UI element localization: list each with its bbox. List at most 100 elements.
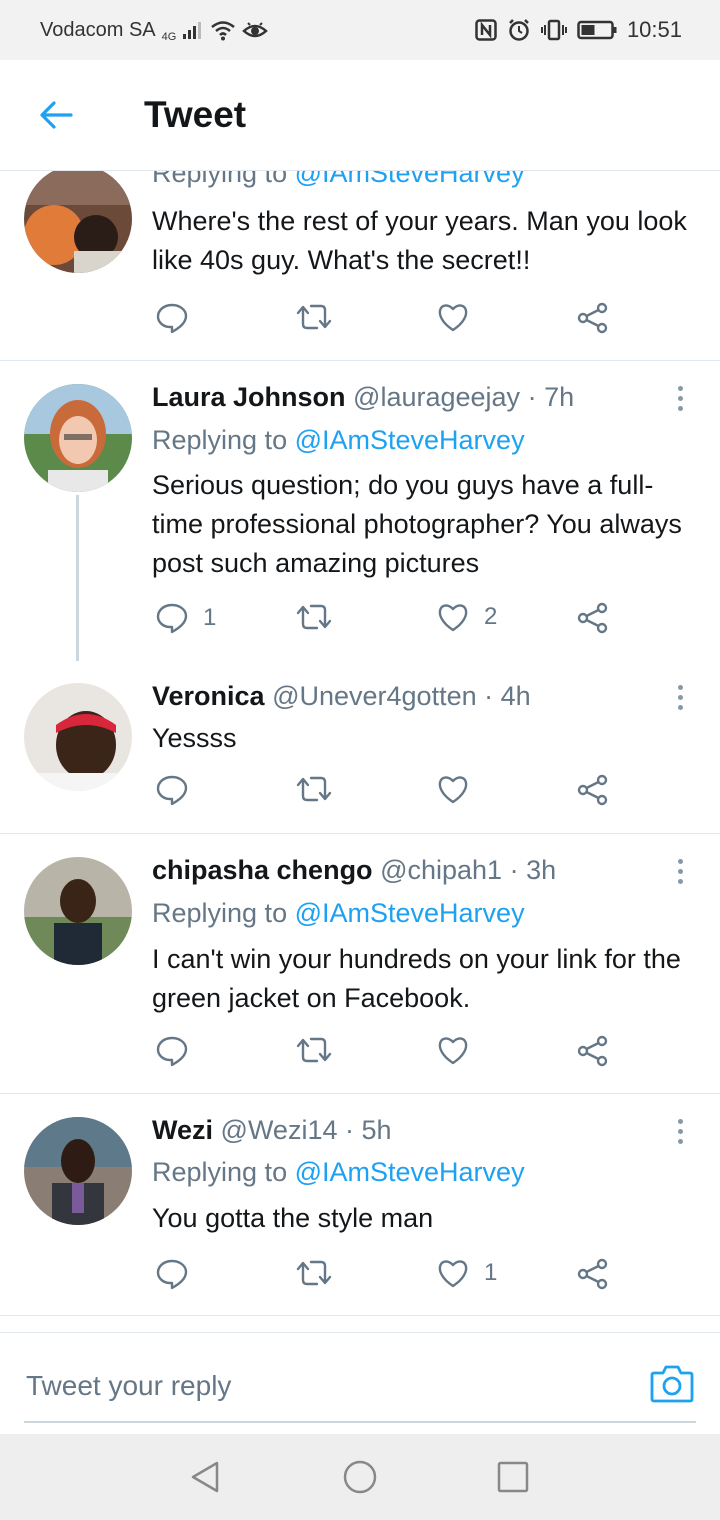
tweet-actions: 1 2 [152, 602, 622, 642]
replying-to-link[interactable]: @IAmSteveHarvey [295, 898, 525, 928]
retweet-button[interactable] [295, 302, 333, 332]
divider [0, 1315, 720, 1316]
wifi-icon [210, 19, 236, 41]
tweet-time: · 3h [509, 855, 557, 885]
tweet-time: · 5h [345, 1115, 392, 1145]
camera-button[interactable] [650, 1363, 694, 1403]
user-handle[interactable]: @Wezi14 [221, 1115, 338, 1145]
reply-icon [156, 775, 188, 806]
heart-icon [438, 776, 468, 804]
arrow-left-icon [40, 101, 73, 129]
square-recents-icon [497, 1461, 529, 1493]
share-button[interactable] [576, 302, 610, 334]
like-button[interactable] [436, 302, 470, 332]
share-button[interactable] [576, 774, 610, 806]
share-button[interactable] [576, 1035, 610, 1067]
like-button[interactable]: 1 [436, 1258, 497, 1288]
more-options-button[interactable] [670, 386, 690, 411]
carrier-name: Vodacom SA [40, 18, 156, 41]
replying-to-link[interactable]: @IAmSteveHarvey [295, 171, 525, 188]
tweet-1[interactable]: Laura Johnson @laurageejay · 7h Replying… [0, 361, 720, 661]
reply-icon [156, 603, 188, 634]
share-icon [577, 1258, 608, 1290]
replying-to-link[interactable]: @IAmSteveHarvey [295, 1157, 525, 1187]
status-bar: Vodacom SA 4G 10:51 [0, 0, 720, 60]
user-handle[interactable]: @chipah1 [380, 855, 502, 885]
app-header: Tweet [0, 60, 720, 171]
user-name[interactable]: chipasha chengo [152, 855, 373, 885]
vibrate-icon [540, 19, 567, 41]
tweet-header: Laura Johnson @laurageejay · 7h [152, 382, 574, 413]
heart-icon [438, 304, 468, 332]
share-icon [577, 1035, 608, 1067]
user-name[interactable]: Laura Johnson [152, 382, 346, 412]
user-handle[interactable]: @Unever4gotten [272, 681, 477, 711]
tweet-actions [152, 774, 622, 814]
clock: 10:51 [626, 17, 682, 42]
tweet-text: I can't win your hundreds on your link f… [152, 944, 681, 1013]
avatar[interactable] [24, 857, 132, 965]
nav-recents-button[interactable] [495, 1459, 531, 1495]
tweet-0[interactable]: Replying to @IAmSteveHarvey Where's the … [0, 171, 720, 360]
tweet-text: Yessss [152, 723, 237, 753]
back-button[interactable] [32, 91, 80, 139]
tweet-text: You gotta the style man [152, 1203, 434, 1233]
tweet-actions: 1 [152, 1258, 622, 1298]
alarm-icon [507, 18, 531, 42]
reply-bar [0, 1332, 720, 1433]
thread-line [76, 495, 79, 661]
tweet-2[interactable]: Veronica @Unever4gotten · 4h Yessss [0, 661, 720, 833]
tweet-actions [152, 302, 622, 342]
user-handle[interactable]: @laurageejay [353, 382, 520, 412]
like-count: 1 [484, 1259, 498, 1286]
reply-button[interactable] [155, 1258, 189, 1290]
retweet-icon [296, 304, 332, 330]
avatar[interactable] [24, 171, 132, 273]
avatar[interactable] [24, 1117, 132, 1225]
page-title: Tweet [144, 94, 247, 135]
battery-icon [577, 20, 617, 40]
reply-input-underline [24, 1421, 696, 1423]
tweet-header: Wezi @Wezi14 · 5h [152, 1115, 392, 1146]
share-icon [577, 602, 608, 634]
nav-back-button[interactable] [187, 1459, 223, 1495]
retweet-icon [296, 776, 332, 802]
reply-button[interactable] [155, 302, 189, 334]
avatar[interactable] [24, 384, 132, 492]
eye-icon [242, 19, 269, 41]
more-options-button[interactable] [670, 1119, 690, 1144]
user-name[interactable]: Veronica [152, 681, 265, 711]
retweet-icon [296, 1260, 332, 1286]
like-button[interactable]: 2 [436, 602, 497, 632]
system-nav-bar [0, 1434, 720, 1520]
circle-home-icon [343, 1460, 377, 1494]
reply-icon [156, 303, 188, 334]
avatar[interactable] [24, 683, 132, 791]
share-button[interactable] [576, 1258, 610, 1290]
reply-input[interactable] [24, 1355, 648, 1417]
more-options-button[interactable] [670, 685, 690, 710]
tweet-time: · 4h [484, 681, 531, 711]
retweet-button[interactable] [295, 602, 333, 632]
tweet-4[interactable]: Wezi @Wezi14 · 5h Replying to @IAmSteveH… [0, 1094, 720, 1316]
tweet-text: Where's the rest of your years. Man you … [152, 206, 687, 275]
reply-button[interactable] [155, 774, 189, 806]
like-button[interactable] [436, 1035, 470, 1065]
reply-button[interactable]: 1 [155, 602, 216, 634]
tweet-actions [152, 1035, 622, 1075]
tweet-time: · 7h [527, 382, 575, 412]
nav-home-button[interactable] [342, 1459, 378, 1495]
like-button[interactable] [436, 774, 470, 804]
retweet-button[interactable] [295, 1035, 333, 1065]
user-name[interactable]: Wezi [152, 1115, 213, 1145]
retweet-button[interactable] [295, 774, 333, 804]
reply-feed[interactable]: Replying to @IAmSteveHarvey Where's the … [0, 171, 720, 1331]
retweet-button[interactable] [295, 1258, 333, 1288]
share-icon [577, 302, 608, 334]
like-count: 2 [484, 603, 498, 630]
share-button[interactable] [576, 602, 610, 634]
replying-to-link[interactable]: @IAmSteveHarvey [295, 425, 525, 455]
tweet-3[interactable]: chipasha chengo @chipah1 · 3h Replying t… [0, 834, 720, 1093]
reply-button[interactable] [155, 1035, 189, 1067]
more-options-button[interactable] [670, 859, 690, 884]
